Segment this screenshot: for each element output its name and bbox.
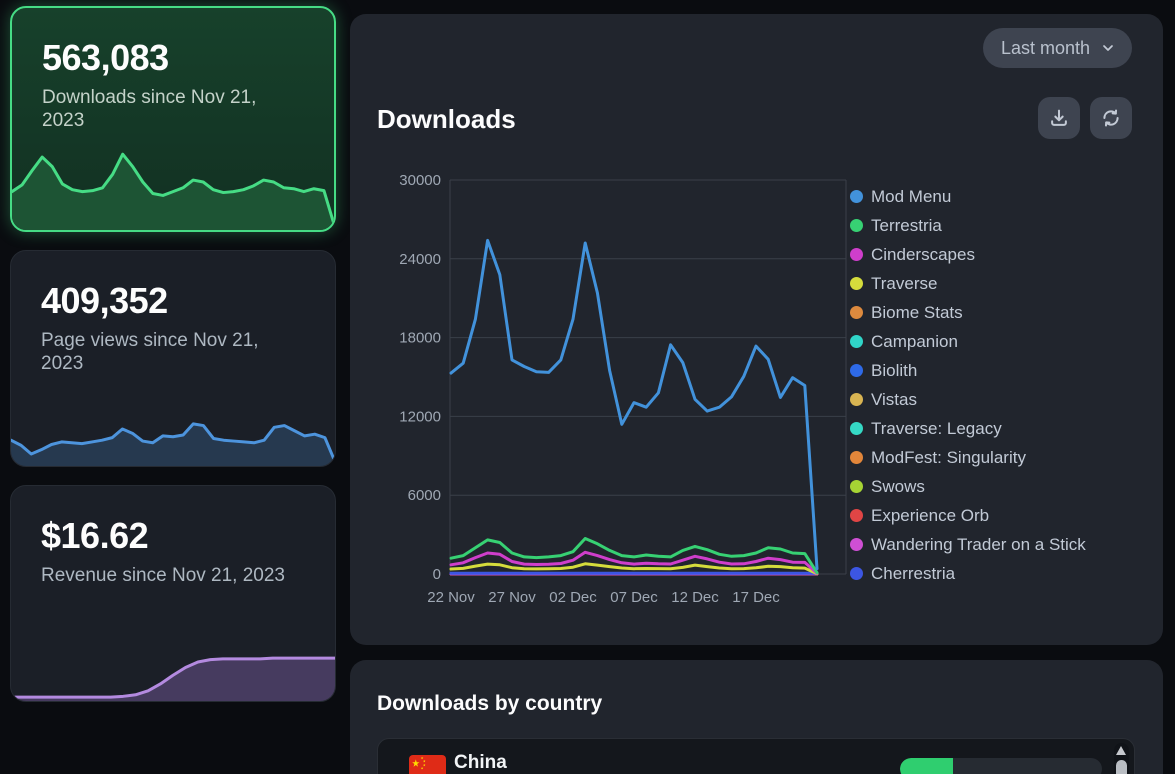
pageviews-total-label: Page views since Nov 21, 2023 [41, 329, 291, 377]
legend-item[interactable]: Biolith [850, 356, 1150, 385]
china-flag [409, 755, 446, 774]
legend-item[interactable]: Wandering Trader on a Stick [850, 530, 1150, 559]
chevron-down-icon [1100, 40, 1116, 56]
legend-item[interactable]: Campanion [850, 327, 1150, 356]
svg-text:22 Nov: 22 Nov [427, 589, 475, 606]
stat-card-pageviews[interactable]: 409,352 Page views since Nov 21, 2023 [10, 250, 336, 467]
legend-dot [850, 538, 863, 551]
legend-label: Biome Stats [871, 303, 963, 323]
legend-item[interactable]: Biome Stats [850, 298, 1150, 327]
svg-text:27 Nov: 27 Nov [488, 589, 536, 606]
legend-label: Campanion [871, 332, 958, 352]
legend-item[interactable]: ModFest: Singularity [850, 443, 1150, 472]
legend-label: Traverse [871, 274, 937, 294]
legend-dot [850, 480, 863, 493]
stat-cards-column: 563,083 Downloads since Nov 21, 2023 409… [10, 6, 336, 774]
svg-text:17 Dec: 17 Dec [732, 589, 780, 606]
legend-item[interactable]: Experience Orb [850, 501, 1150, 530]
pageviews-total: 409,352 [41, 281, 307, 321]
progress-fill [900, 758, 953, 774]
legend-dot [850, 190, 863, 203]
legend-dot [850, 248, 863, 261]
main-column: Last month Downloads 0 6000 12000 18000 [350, 14, 1163, 774]
legend-dot [850, 364, 863, 377]
legend-label: Swows [871, 477, 925, 497]
legend-item[interactable]: Cinderscapes [850, 240, 1150, 269]
refresh-icon [1100, 107, 1122, 129]
revenue-total: $16.62 [41, 516, 307, 556]
downloads-chart-panel: Last month Downloads 0 6000 12000 18000 [350, 14, 1163, 645]
date-range-label: Last month [1001, 38, 1090, 59]
svg-text:24000: 24000 [399, 251, 441, 268]
date-range-dropdown[interactable]: Last month [983, 28, 1132, 68]
legend-label: ModFest: Singularity [871, 448, 1026, 468]
chart-actions [1038, 97, 1132, 139]
country-list-scrollbar[interactable] [1114, 743, 1129, 774]
chart-title: Downloads [377, 104, 516, 135]
downloads-by-country-panel: Downloads by country China [350, 660, 1163, 774]
legend-item[interactable]: Traverse: Legacy [850, 414, 1150, 443]
country-section-title: Downloads by country [377, 692, 602, 716]
chart-legend: Mod Menu Terrestria Cinderscapes Traverse Bi… [850, 182, 1150, 588]
download-icon [1048, 107, 1070, 129]
legend-dot [850, 306, 863, 319]
legend-dot [850, 451, 863, 464]
legend-label: Vistas [871, 390, 917, 410]
legend-dot [850, 567, 863, 580]
legend-dot [850, 219, 863, 232]
scroll-up-arrow-icon[interactable] [1116, 746, 1126, 755]
refresh-button[interactable] [1090, 97, 1132, 139]
legend-label: Mod Menu [871, 187, 951, 207]
legend-label: Terrestria [871, 216, 942, 236]
svg-text:30000: 30000 [399, 172, 441, 189]
dashboard: 563,083 Downloads since Nov 21, 2023 409… [0, 0, 1175, 774]
legend-item[interactable]: Traverse [850, 269, 1150, 298]
legend-label: Experience Orb [871, 506, 989, 526]
legend-dot [850, 393, 863, 406]
legend-dot [850, 277, 863, 290]
revenue-total-label: Revenue since Nov 21, 2023 [41, 564, 291, 588]
svg-text:02 Dec: 02 Dec [549, 589, 597, 606]
country-progress-track [900, 758, 1102, 774]
downloads-total-label: Downloads since Nov 21, 2023 [42, 86, 292, 134]
svg-text:12000: 12000 [399, 408, 441, 425]
legend-dot [850, 509, 863, 522]
stat-card-downloads[interactable]: 563,083 Downloads since Nov 21, 2023 [10, 6, 336, 232]
legend-item[interactable]: Terrestria [850, 211, 1150, 240]
scrollbar-thumb[interactable] [1116, 760, 1127, 774]
revenue-sparkline [11, 623, 335, 701]
country-name: China [454, 752, 507, 774]
pageviews-sparkline [11, 380, 335, 466]
stat-card-text: 563,083 Downloads since Nov 21, 2023 [12, 8, 334, 133]
country-row-china: China [378, 739, 1134, 774]
legend-dot [850, 422, 863, 435]
legend-label: Biolith [871, 361, 917, 381]
stat-card-text: $16.62 Revenue since Nov 21, 2023 [11, 486, 335, 587]
legend-item[interactable]: Swows [850, 472, 1150, 501]
legend-item[interactable]: Vistas [850, 385, 1150, 414]
legend-label: Traverse: Legacy [871, 419, 1002, 439]
legend-label: Cinderscapes [871, 245, 975, 265]
svg-text:07 Dec: 07 Dec [610, 589, 658, 606]
downloads-sparkline [12, 134, 334, 230]
svg-text:18000: 18000 [399, 330, 441, 347]
legend-label: Cherrestria [871, 564, 955, 584]
stat-card-revenue[interactable]: $16.62 Revenue since Nov 21, 2023 [10, 485, 336, 702]
stat-card-text: 409,352 Page views since Nov 21, 2023 [11, 251, 335, 376]
legend-item[interactable]: Cherrestria [850, 559, 1150, 588]
downloads-line-chart: 0 6000 12000 18000 24000 30000 22 Nov 27 Nov 02 … [390, 170, 852, 615]
svg-text:12 Dec: 12 Dec [671, 589, 719, 606]
legend-dot [850, 335, 863, 348]
export-button[interactable] [1038, 97, 1080, 139]
country-list: China [377, 738, 1135, 774]
legend-item[interactable]: Mod Menu [850, 182, 1150, 211]
svg-text:6000: 6000 [408, 487, 441, 504]
downloads-total: 563,083 [42, 38, 306, 78]
svg-text:0: 0 [433, 566, 441, 583]
legend-label: Wandering Trader on a Stick [871, 535, 1086, 555]
